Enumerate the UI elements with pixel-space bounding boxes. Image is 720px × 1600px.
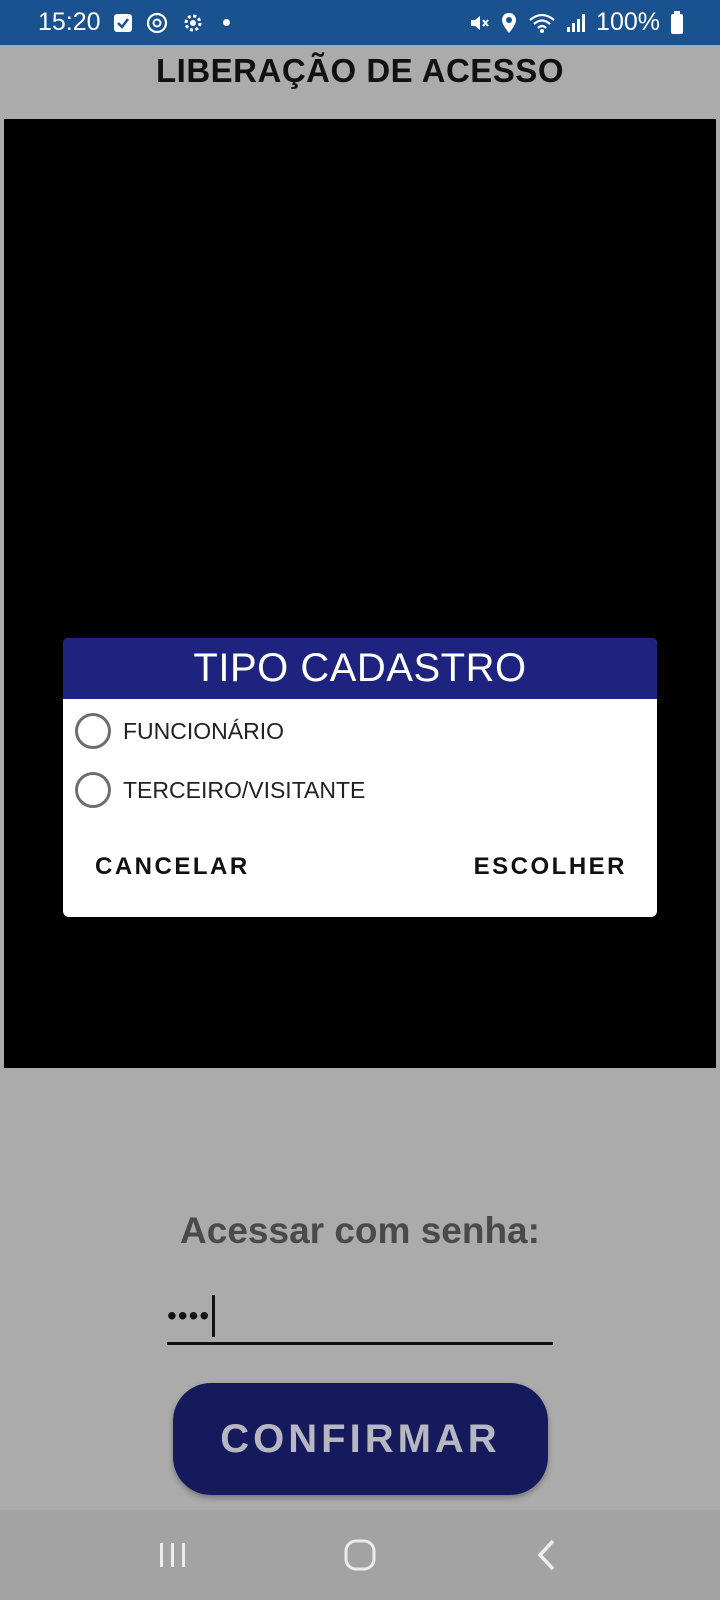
radio-button[interactable]: [75, 713, 111, 749]
text-caret: [212, 1295, 216, 1337]
tipo-cadastro-dialog: TIPO CADASTRO FUNCIONÁRIO TERCEIRO/VISIT…: [63, 638, 657, 917]
mute-icon: [468, 12, 490, 34]
radio-button[interactable]: [75, 772, 111, 808]
option-funcionario[interactable]: FUNCIONÁRIO: [75, 713, 284, 749]
recent-apps-icon[interactable]: [133, 1525, 213, 1585]
dot-icon: [222, 19, 230, 26]
camera-preview: [4, 119, 716, 1068]
confirm-button[interactable]: CONFIRMAR: [173, 1383, 548, 1495]
back-icon[interactable]: [507, 1525, 587, 1585]
home-icon[interactable]: [320, 1525, 400, 1585]
choose-button[interactable]: ESCOLHER: [474, 853, 627, 881]
password-input[interactable]: ••••: [167, 1290, 553, 1345]
status-time: 15:20: [38, 8, 101, 36]
page-title: LIBERAÇÃO DE ACESSO: [156, 52, 564, 89]
option-label: FUNCIONÁRIO: [123, 717, 284, 744]
location-icon: [500, 12, 518, 34]
status-bar: 15:20 100%: [0, 0, 720, 45]
cancel-button[interactable]: CANCELAR: [95, 853, 250, 881]
option-terceiro-visitante[interactable]: TERCEIRO/VISITANTE: [75, 772, 365, 808]
gear-icon: [181, 11, 205, 35]
battery-percent: 100%: [596, 8, 660, 36]
check-box-icon: [113, 13, 133, 33]
sync-icon: [145, 11, 169, 35]
dialog-title: TIPO CADASTRO: [63, 638, 657, 699]
battery-icon: [670, 10, 684, 35]
signal-icon: [566, 13, 586, 33]
password-label: Acessar com senha:: [180, 1210, 540, 1251]
option-label: TERCEIRO/VISITANTE: [123, 776, 366, 803]
password-value: ••••: [167, 1300, 211, 1331]
wifi-icon: [528, 12, 556, 34]
navigation-bar: [0, 1510, 720, 1600]
screen: 15:20 100% LIBERAÇÃO DE ACESSO TIPO CADA…: [0, 0, 720, 1600]
